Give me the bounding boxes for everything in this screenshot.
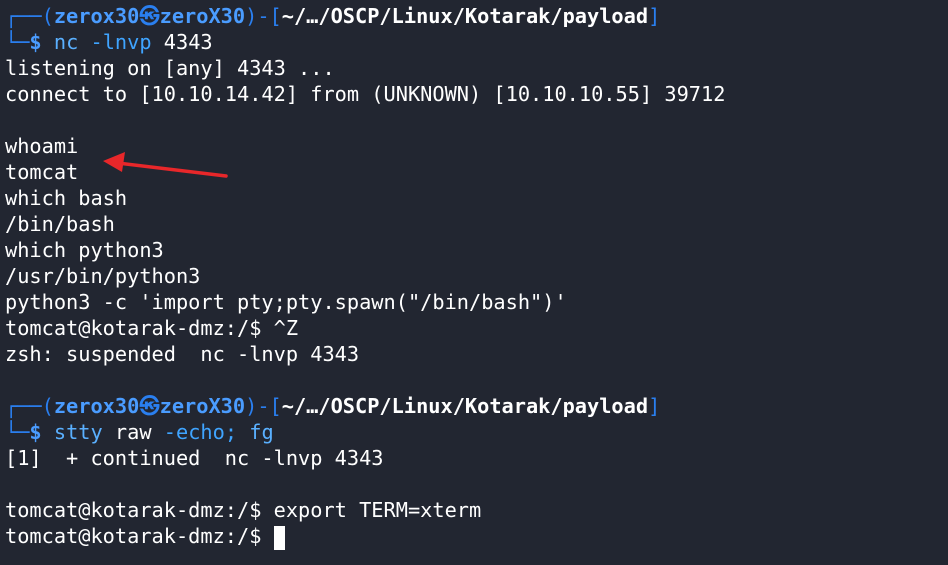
annotation-arrow [103, 152, 228, 178]
arrow-head-icon [103, 152, 125, 172]
arrow-shaft [116, 161, 228, 178]
